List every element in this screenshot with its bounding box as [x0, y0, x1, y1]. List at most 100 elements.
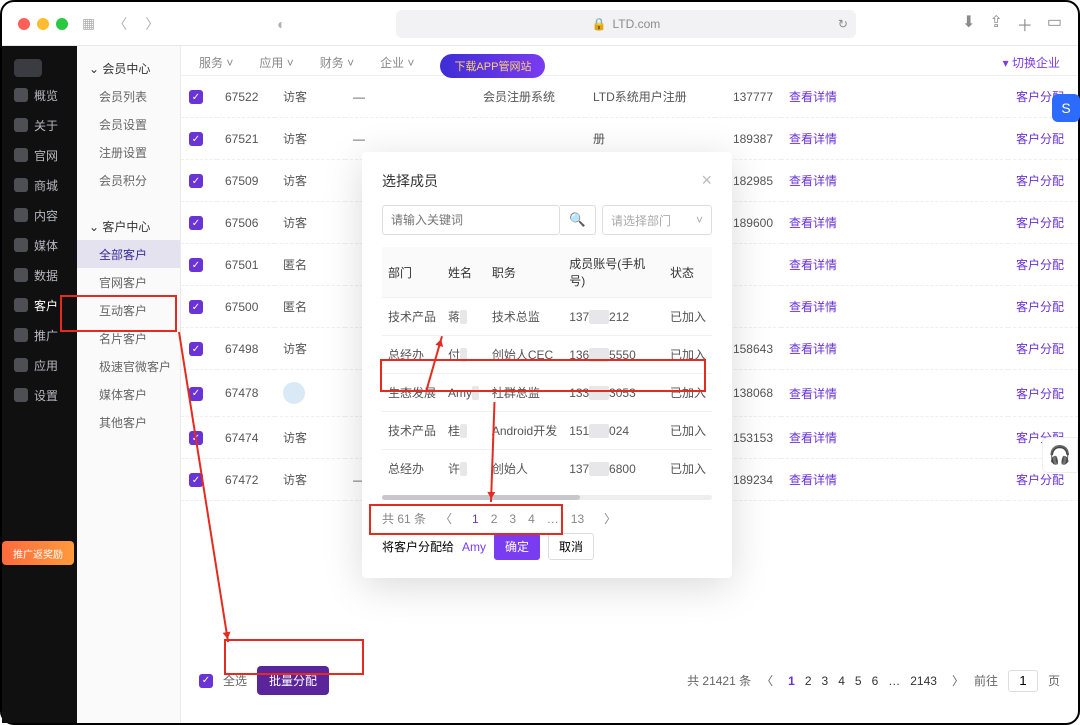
assign-link[interactable]: 客户分配 — [1016, 174, 1064, 188]
search-icon[interactable]: 🔍 — [560, 205, 596, 235]
menu-finance[interactable]: 财务 ˅ — [320, 54, 354, 71]
promo-badge[interactable]: 推广返奖励 — [2, 541, 74, 565]
back-icon[interactable]: 〈 — [109, 14, 131, 34]
member-row[interactable]: 技术产品蒋▮技术总监137▮▮▮212已加入 — [382, 298, 712, 336]
modal-page-number[interactable]: 1 — [472, 512, 479, 526]
page-next-icon[interactable]: 〉 — [952, 672, 964, 689]
row-checkbox[interactable]: ✓ — [189, 342, 203, 356]
support-widget-icon[interactable]: 🎧 — [1042, 437, 1078, 473]
member-row[interactable]: 生态发展Amy▮社群总监133▮▮▮3053已加入 — [382, 374, 712, 412]
bulk-assign-button[interactable]: 批量分配 — [257, 666, 329, 695]
detail-link[interactable]: 查看详情 — [789, 342, 837, 356]
nav1-item-data[interactable]: 数据 — [2, 260, 77, 290]
new-tab-icon[interactable]: ＋ — [1017, 12, 1033, 36]
nav1-item-setting[interactable]: 设置 — [2, 380, 77, 410]
detail-link[interactable]: 查看详情 — [789, 473, 837, 487]
nav2-item[interactable]: 注册设置 — [77, 138, 180, 166]
minimize-window-icon[interactable] — [37, 18, 49, 30]
assign-link[interactable]: 客户分配 — [1016, 342, 1064, 356]
assign-link[interactable]: 客户分配 — [1016, 387, 1064, 401]
nav2-item[interactable]: 其他客户 — [77, 408, 180, 436]
nav2-item[interactable]: 互动客户 — [77, 296, 180, 324]
tabs-icon[interactable]: ▭ — [1047, 12, 1062, 36]
nav2-group[interactable]: ⌄ 客户中心 — [77, 212, 180, 240]
nav1-item-overview[interactable]: 概览 — [2, 80, 77, 110]
goto-input[interactable] — [1008, 670, 1038, 692]
forward-icon[interactable]: 〉 — [141, 14, 163, 34]
row-checkbox[interactable]: ✓ — [189, 258, 203, 272]
nav1-item-content[interactable]: 内容 — [2, 200, 77, 230]
modal-page-number[interactable]: 2 — [491, 512, 498, 526]
menu-service[interactable]: 服务 ˅ — [199, 54, 233, 71]
cancel-button[interactable]: 取消 — [548, 533, 594, 560]
row-checkbox[interactable]: ✓ — [189, 473, 203, 487]
page-number[interactable]: 6 — [872, 674, 879, 688]
address-bar[interactable]: 🔒 LTD.com ↻ — [396, 10, 856, 38]
row-checkbox[interactable]: ✓ — [189, 216, 203, 230]
modal-page-number[interactable]: 3 — [509, 512, 516, 526]
nav1-item-app[interactable]: 应用 — [2, 350, 77, 380]
page-prev-icon[interactable]: 〈 — [761, 672, 773, 689]
assign-link[interactable]: 客户分配 — [1016, 300, 1064, 314]
row-checkbox[interactable]: ✓ — [189, 387, 203, 401]
row-checkbox[interactable]: ✓ — [189, 90, 203, 104]
page-number[interactable]: 4 — [838, 674, 845, 688]
member-search-input[interactable] — [382, 205, 560, 235]
download-icon[interactable]: ⬇ — [962, 12, 975, 36]
assign-link[interactable]: 客户分配 — [1016, 258, 1064, 272]
select-all-checkbox[interactable]: ✓ — [199, 674, 213, 688]
page-number[interactable]: 5 — [855, 674, 862, 688]
member-row[interactable]: 总经办付▮创始人CEC136▮▮▮5550已加入 — [382, 336, 712, 374]
app-download-pill[interactable]: 下载APP管网站 — [440, 54, 545, 78]
detail-link[interactable]: 查看详情 — [789, 90, 837, 104]
modal-page-number[interactable]: 4 — [528, 512, 535, 526]
detail-link[interactable]: 查看详情 — [789, 132, 837, 146]
member-row[interactable]: 总经办许▮创始人137▮▮▮6800已加入 — [382, 450, 712, 488]
switch-enterprise-link[interactable]: ▾ 切换企业 — [1003, 54, 1060, 71]
nav2-item[interactable]: 名片客户 — [77, 324, 180, 352]
nav2-item[interactable]: 官网客户 — [77, 268, 180, 296]
member-row[interactable]: 技术产品桂▮Android开发151▮▮▮024已加入 — [382, 412, 712, 450]
row-checkbox[interactable]: ✓ — [189, 431, 203, 445]
modal-scrollbar[interactable] — [382, 495, 712, 500]
nav2-item[interactable]: 媒体客户 — [77, 380, 180, 408]
confirm-button[interactable]: 确定 — [494, 533, 540, 560]
nav1-item-promo[interactable]: 推广 — [2, 320, 77, 350]
nav2-item[interactable]: 会员积分 — [77, 166, 180, 194]
detail-link[interactable]: 查看详情 — [789, 387, 837, 401]
nav1-item-about[interactable]: 关于 — [2, 110, 77, 140]
modal-page-next-icon[interactable]: 〉 — [604, 510, 616, 527]
detail-link[interactable]: 查看详情 — [789, 174, 837, 188]
page-number[interactable]: 2143 — [910, 674, 937, 688]
assign-link[interactable]: 客户分配 — [1016, 132, 1064, 146]
nav1-item-mall[interactable]: 商城 — [2, 170, 77, 200]
page-number[interactable]: 2 — [805, 674, 812, 688]
page-number[interactable]: 3 — [822, 674, 829, 688]
refresh-icon[interactable]: ↻ — [838, 17, 848, 31]
modal-page-number[interactable]: 13 — [571, 512, 584, 526]
nav2-group[interactable]: ⌄ 会员中心 — [77, 54, 180, 82]
page-number[interactable]: 1 — [788, 674, 795, 688]
detail-link[interactable]: 查看详情 — [789, 300, 837, 314]
nav2-item[interactable]: 会员设置 — [77, 110, 180, 138]
sidebar-toggle-icon[interactable]: ▦ — [78, 15, 99, 32]
modal-page-prev-icon[interactable]: 〈 — [440, 510, 452, 527]
row-checkbox[interactable]: ✓ — [189, 174, 203, 188]
detail-link[interactable]: 查看详情 — [789, 258, 837, 272]
nav2-item[interactable]: 全部客户 — [77, 240, 180, 268]
menu-enterprise[interactable]: 企业 ˅ — [380, 54, 414, 71]
shield-icon[interactable]: ◐ — [273, 16, 289, 32]
nav1-item-media[interactable]: 媒体 — [2, 230, 77, 260]
nav2-item[interactable]: 极速官微客户 — [77, 352, 180, 380]
external-app-badge[interactable]: S — [1052, 94, 1080, 122]
share-icon[interactable]: ⇪ — [989, 12, 1002, 36]
modal-page-number[interactable]: … — [547, 512, 559, 526]
department-select[interactable]: 请选择部门˅ — [602, 205, 712, 235]
row-checkbox[interactable]: ✓ — [189, 132, 203, 146]
detail-link[interactable]: 查看详情 — [789, 431, 837, 445]
close-window-icon[interactable] — [18, 18, 30, 30]
maximize-window-icon[interactable] — [56, 18, 68, 30]
page-number[interactable]: … — [888, 674, 900, 688]
nav1-item-site[interactable]: 官网 — [2, 140, 77, 170]
nav2-item[interactable]: 会员列表 — [77, 82, 180, 110]
